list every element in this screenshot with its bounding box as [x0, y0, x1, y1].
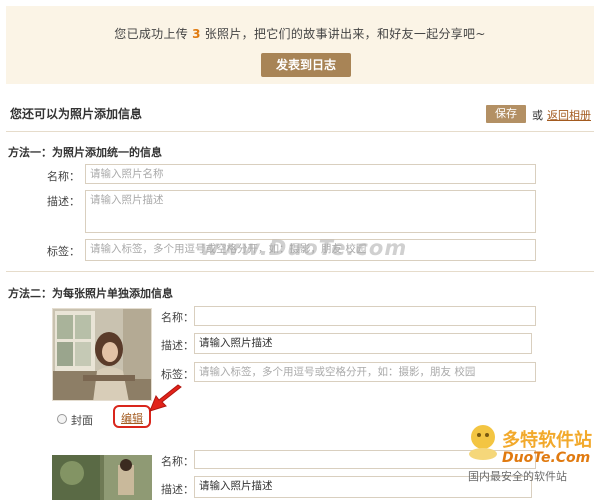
- duote-logo-watermark: 多特软件站 DuoTe.Com 国内最安全的软件站: [462, 420, 600, 500]
- return-to-album-link[interactable]: 返回相册: [547, 107, 591, 123]
- or-text: 或: [532, 109, 543, 122]
- publish-to-blog-button[interactable]: 发表到日志: [261, 53, 351, 77]
- method1-title: 方法一：为照片添加统一的信息: [8, 146, 162, 159]
- message-prefix: 您已成功上传: [114, 27, 189, 41]
- logo-url: DuoTe.Com: [502, 450, 591, 466]
- red-arrow-icon: [149, 384, 182, 412]
- edit-link[interactable]: 编辑: [115, 410, 149, 426]
- edit-highlight: 编辑: [113, 405, 151, 428]
- photo2-name-label: 名称：: [161, 455, 194, 468]
- upload-success-banner: 您已成功上传 3 张照片，把它们的故事讲出来，和好友一起分享吧~ 发表到日志: [6, 6, 594, 84]
- photo1-desc-label: 描述：: [161, 339, 194, 352]
- logo-title: 多特软件站: [502, 430, 592, 451]
- unified-desc-textarea[interactable]: 请输入照片描述: [85, 190, 536, 233]
- unified-name-input[interactable]: 请输入照片名称: [85, 164, 536, 184]
- photo1-name-input[interactable]: [194, 306, 536, 326]
- photo2-desc-label: 描述：: [161, 483, 194, 496]
- desc-label: 描述：: [47, 195, 80, 208]
- cover-label: 封面: [71, 414, 93, 427]
- photo1-tags-label: 标签：: [161, 368, 194, 381]
- upload-success-message: 您已成功上传 3 张照片，把它们的故事讲出来，和好友一起分享吧~: [6, 25, 594, 42]
- cover-radio[interactable]: [57, 414, 67, 424]
- save-button[interactable]: 保存: [486, 105, 526, 123]
- section-title: 您还可以为照片添加信息: [10, 107, 143, 121]
- photo1-desc-input[interactable]: 请输入照片描述: [194, 333, 532, 354]
- photo-image: [52, 455, 152, 500]
- name-label: 名称：: [47, 170, 80, 183]
- divider: [6, 271, 594, 272]
- photo-image: [53, 309, 151, 400]
- upload-count: 3: [192, 27, 201, 41]
- photo1-name-label: 名称：: [161, 311, 194, 324]
- message-suffix: 张照片，把它们的故事讲出来，和好友一起分享吧~: [204, 27, 486, 41]
- center-watermark: www.DuoTe.com: [200, 236, 408, 260]
- photo1-tags-input[interactable]: 请输入标签，多个用逗号或空格分开，如：摄影，朋友 校园: [194, 362, 536, 382]
- mascot-icon: [469, 425, 497, 460]
- logo-slogan: 国内最安全的软件站: [468, 470, 567, 483]
- method2-title: 方法二：为每张照片单独添加信息: [8, 287, 173, 300]
- photo-thumbnail-1[interactable]: [52, 308, 152, 401]
- tags-label: 标签：: [47, 245, 80, 258]
- divider: [6, 131, 594, 132]
- photo-thumbnail-2[interactable]: [52, 455, 152, 500]
